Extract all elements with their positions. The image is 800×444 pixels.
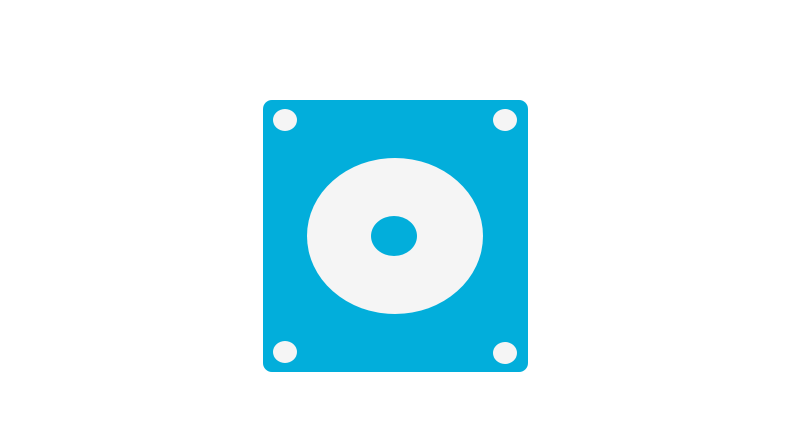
disk-drive-logo-graphic bbox=[263, 100, 528, 372]
screw-hole-bottom-right bbox=[493, 342, 517, 364]
disk-drive-icon bbox=[263, 100, 528, 372]
screw-hole-top-left bbox=[273, 109, 297, 131]
disc-spindle bbox=[371, 216, 417, 256]
app-splash bbox=[0, 0, 800, 444]
screw-hole-top-right bbox=[493, 109, 517, 131]
screw-hole-bottom-left bbox=[273, 341, 297, 363]
